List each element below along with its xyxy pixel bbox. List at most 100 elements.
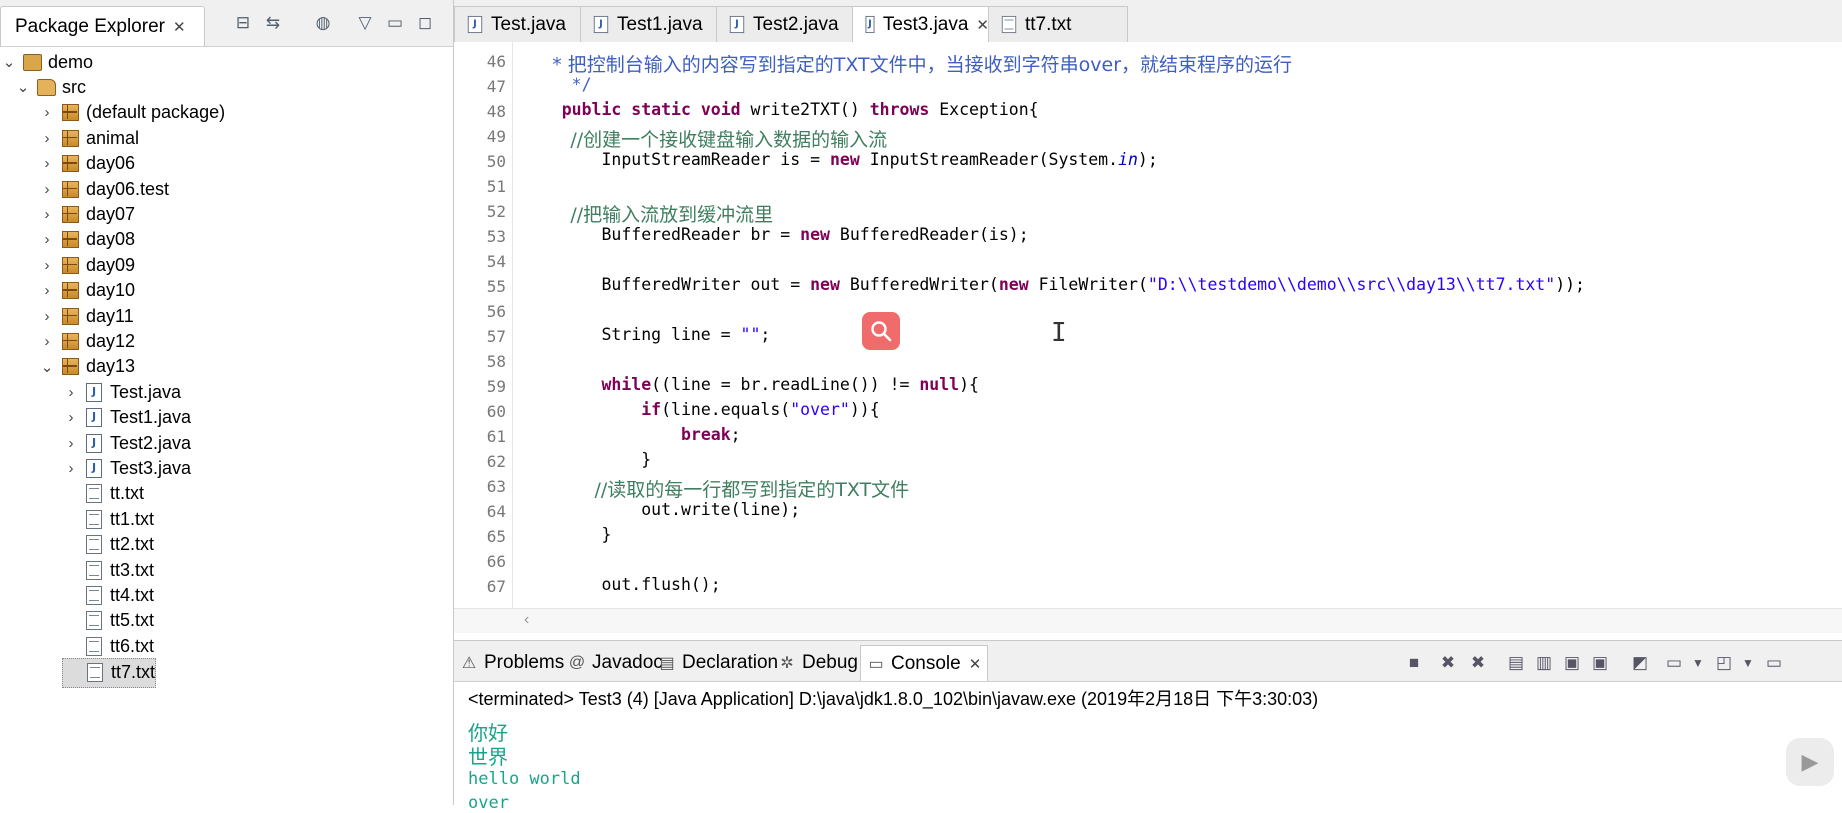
tree-item[interactable]: tt7.txt [62,657,157,688]
remove-launch-icon[interactable]: ✖ [1436,651,1460,675]
code-line[interactable]: while((line = br.readLine()) != null){ [522,375,979,394]
tree-item[interactable]: tt6.txt [62,632,154,660]
chevron-right-icon[interactable]: › [38,206,56,223]
collapse-all-icon[interactable]: ⊟ [232,12,254,34]
code-line[interactable]: break; [522,425,741,444]
text-file-icon [86,560,102,580]
open-console-icon[interactable]: ◰ [1712,651,1736,675]
close-icon[interactable]: ✕ [173,18,186,36]
chevron-right-icon[interactable]: › [38,130,56,147]
tree-item[interactable]: › J Test1.java [62,404,191,432]
tree-item[interactable]: tt3.txt [62,556,154,584]
console-tab[interactable]: ✲ Debug [772,645,864,681]
show-stderr-icon[interactable]: ▣ [1588,651,1612,675]
chevron-down-icon[interactable]: ⌄ [14,78,32,96]
code-line[interactable]: BufferedWriter out = new BufferedWriter(… [522,275,1585,294]
minimize-icon[interactable]: ▭ [384,12,406,34]
line-number: 64 [486,502,506,521]
code-line[interactable]: out.write(line); [522,500,800,519]
code-editor[interactable]: 46 47 48 49 50 51 52 53 54 55 56 57 58 59 60 61 62 63 64 65… [454,42,1842,633]
horizontal-scrollbar[interactable]: ‹ [454,608,1842,633]
play-icon[interactable]: ▶ [1786,738,1834,786]
close-icon[interactable]: ✕ [969,655,982,673]
pin-console-icon[interactable]: ◩ [1628,651,1652,675]
search-icon[interactable] [862,312,900,350]
console-tab[interactable]: ▭ Console ✕ [860,645,989,681]
tree-item[interactable]: › day11 [38,302,134,330]
tree-item[interactable]: ⌄ src [14,73,86,101]
minimize-icon[interactable]: ▭ [1762,651,1786,675]
tree-item[interactable]: tt1.txt [62,505,154,533]
code-line[interactable]: out.flush(); [522,575,720,594]
tree-item[interactable]: › J Test2.java [62,429,191,457]
focus-icon[interactable]: ◍ [312,12,334,34]
tree-item[interactable]: tt2.txt [62,531,154,559]
remove-all-icon[interactable]: ✖ [1466,651,1490,675]
tree-item[interactable]: › day06 [38,150,136,178]
editor-tab[interactable]: J Test1.java [580,6,718,42]
editor-tab[interactable]: J Test.java [454,6,592,42]
chevron-right-icon[interactable]: › [38,333,56,350]
code-line[interactable]: //读取的每一行都写到指定的TXT文件 [522,475,909,502]
link-with-editor-icon[interactable]: ⇆ [262,12,284,34]
tree-item[interactable]: › animal [38,124,140,152]
code-line[interactable]: BufferedReader br = new BufferedReader(i… [522,225,1028,244]
chevron-right-icon[interactable]: › [38,257,56,274]
clear-console-icon[interactable]: ▤ [1504,651,1528,675]
tree-item[interactable]: › day12 [38,327,136,355]
code-line[interactable]: InputStreamReader is = new InputStreamRe… [522,150,1157,169]
code-line[interactable]: //把输入流放到缓冲流里 [522,200,773,227]
console-tab-label: Problems [484,652,565,673]
editor-tab[interactable]: J Test2.java [716,6,854,42]
code-line[interactable]: * 把控制台输入的内容写到指定的TXT文件中，当接收到字符串over，就结束程序… [522,50,1292,77]
chevron-right-icon[interactable]: › [38,104,56,121]
chevron-right-icon[interactable]: › [38,282,56,299]
code-line[interactable]: } [522,450,651,469]
console-tab[interactable]: ⚠ Problems [454,645,570,681]
package-icon [61,307,79,325]
chevron-right-icon[interactable]: › [62,409,80,426]
tree-item[interactable]: tt5.txt [62,607,154,635]
console-tab[interactable]: ▤ Declaration [652,645,784,681]
chevron-right-icon[interactable]: › [38,308,56,325]
chevron-down-icon[interactable]: ⌄ [0,53,18,71]
code-line[interactable]: if(line.equals("over")){ [522,400,879,419]
tree-item[interactable]: tt.txt [62,480,144,508]
package-explorer-tab[interactable]: Package Explorer ✕ [0,6,205,46]
editor-tab[interactable]: J Test3.java ✕ [852,6,990,42]
tree-item[interactable]: ⌄ demo [0,48,93,76]
tree-item[interactable]: › day07 [38,200,136,228]
chevron-down-icon[interactable]: ▼ [1736,651,1760,675]
tree-item[interactable]: ⌄ day13 [38,353,135,381]
code-line[interactable]: } [522,525,611,544]
chevron-right-icon[interactable]: › [62,460,80,477]
chevron-down-icon[interactable]: ▼ [1686,651,1710,675]
tree-item[interactable]: › day09 [38,251,136,279]
tree-item[interactable]: › day06.test [38,175,170,203]
tree-item[interactable]: › J Test3.java [62,454,191,482]
code-line[interactable]: //创建一个接收键盘输入数据的输入流 [522,125,887,152]
editor-tab[interactable]: tt7.txt [988,6,1128,42]
tree-item[interactable]: › J Test.java [62,378,181,406]
tree-item[interactable]: › (default package) [38,99,226,127]
show-stdout-icon[interactable]: ▣ [1560,651,1584,675]
scroll-left-icon[interactable]: ‹ [524,611,529,629]
line-number: 48 [486,102,506,121]
view-menu-icon[interactable]: ▽ [354,12,376,34]
chevron-right-icon[interactable]: › [62,384,80,401]
code-line[interactable]: String line = ""; [522,325,770,344]
chevron-down-icon[interactable]: ⌄ [38,358,56,376]
chevron-right-icon[interactable]: › [62,435,80,452]
tree-item[interactable]: tt4.txt [62,581,154,609]
chevron-right-icon[interactable]: › [38,155,56,172]
tree-item[interactable]: › day10 [38,277,136,305]
chevron-right-icon[interactable]: › [38,231,56,248]
display-console-icon[interactable]: ▭ [1662,651,1686,675]
code-line[interactable]: public static void write2TXT() throws Ex… [522,100,1039,119]
tree-item[interactable]: › day08 [38,226,136,254]
maximize-icon[interactable]: ◻ [414,12,436,34]
scroll-lock-icon[interactable]: ▥ [1532,651,1556,675]
code-line[interactable]: */ [522,75,592,94]
terminate-icon[interactable]: ■ [1402,651,1426,675]
chevron-right-icon[interactable]: › [38,181,56,198]
